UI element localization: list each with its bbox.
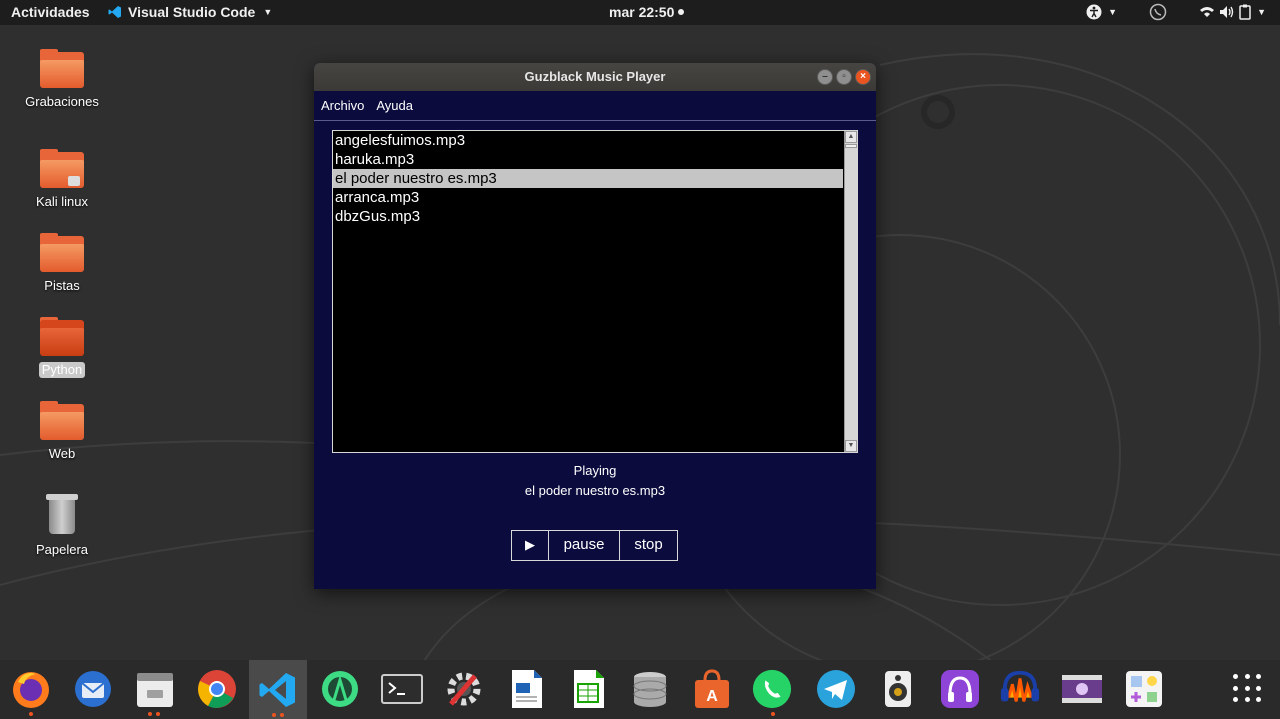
desktop-item-label: Kali linux (35, 194, 89, 209)
app-menu[interactable]: Visual Studio Code ▼ (108, 4, 272, 20)
calc-icon[interactable] (567, 668, 609, 710)
clock-text: mar 22:50 (609, 4, 675, 20)
chevron-down-icon: ▼ (263, 7, 273, 17)
speaker-icon[interactable] (877, 668, 919, 710)
trash-icon (46, 494, 78, 536)
folder-icon (40, 317, 84, 356)
settings-tool-icon[interactable] (443, 668, 485, 710)
desktop-item-papelera[interactable]: Papelera (17, 494, 107, 558)
desktop-item-kali-linux[interactable]: Kali linux (17, 149, 107, 210)
folder-icon (40, 401, 84, 440)
vscode-icon (108, 6, 121, 18)
system-tray: ▼ ▼ (1086, 3, 1266, 21)
stop-button[interactable]: stop (620, 531, 677, 560)
activities-button[interactable]: Actividades (11, 4, 90, 20)
playlist-item[interactable]: haruka.mp3 (333, 150, 843, 169)
podcast-icon[interactable] (939, 668, 981, 710)
now-playing-track: el poder nuestro es.mp3 (524, 483, 666, 498)
desktop-item-label: Grabaciones (25, 94, 99, 109)
desktop-item-label: Web (48, 446, 76, 461)
dock: A (0, 660, 1280, 719)
database-icon[interactable] (629, 668, 671, 710)
wifi-icon (1200, 7, 1215, 17)
desktop-item-label: Papelera (35, 542, 89, 557)
audacity-icon[interactable] (999, 668, 1041, 710)
files-icon[interactable] (134, 668, 176, 716)
thunderbird-icon[interactable] (72, 668, 114, 710)
menu-ayuda[interactable]: Ayuda (376, 98, 413, 113)
chevron-down-icon: ▼ (1257, 7, 1266, 17)
video-editor-icon[interactable] (1061, 668, 1103, 710)
playlist-item[interactable]: arranca.mp3 (333, 188, 843, 207)
folder-icon (40, 233, 84, 272)
desktop-item-web[interactable]: Web (17, 401, 107, 462)
play-button[interactable]: ▶ (512, 531, 549, 560)
whatsapp-icon[interactable] (751, 668, 793, 716)
desktop-item-label: Pistas (44, 278, 80, 293)
clipboard-icon (1239, 4, 1251, 20)
playlist-item-selected[interactable]: el poder nuestro es.mp3 (333, 169, 843, 188)
top-bar: Actividades Visual Studio Code ▼ mar 22:… (0, 0, 1280, 25)
chrome-icon[interactable] (196, 668, 238, 710)
firefox-icon[interactable] (10, 668, 52, 716)
playlist-box[interactable]: angelesfuimos.mp3 haruka.mp3 el poder nu… (332, 130, 858, 453)
app-name: Visual Studio Code (128, 4, 256, 20)
minimize-button[interactable]: – (817, 69, 833, 85)
accessibility-icon (1086, 4, 1102, 20)
desktop-item-label: Python (38, 362, 86, 378)
games-icon[interactable] (1123, 668, 1165, 710)
volume-icon (1220, 6, 1234, 18)
android-studio-icon[interactable] (319, 668, 361, 710)
menu-archivo[interactable]: Archivo (321, 98, 364, 113)
maximize-button[interactable]: ▫ (836, 69, 852, 85)
scroll-down-arrow-icon[interactable]: ▼ (845, 440, 857, 452)
window-controls: – ▫ × (817, 69, 871, 85)
whatsapp-tray-icon[interactable] (1149, 3, 1167, 21)
playlist-scrollbar[interactable]: ▲ ▼ (844, 131, 857, 452)
svg-text:A: A (706, 688, 718, 705)
software-center-icon[interactable]: A (691, 668, 733, 710)
window-titlebar[interactable]: Guzblack Music Player – ▫ × (314, 63, 876, 91)
status-label: Playing (573, 463, 617, 478)
window-title: Guzblack Music Player (524, 69, 666, 84)
scroll-up-arrow-icon[interactable]: ▲ (845, 131, 857, 143)
desktop-item-python[interactable]: Python (17, 317, 107, 378)
playlist-item[interactable]: dbzGus.mp3 (333, 207, 843, 226)
accessibility-menu[interactable]: ▼ (1086, 4, 1117, 20)
chevron-down-icon: ▼ (1108, 7, 1118, 17)
close-button[interactable]: × (855, 69, 871, 85)
folder-icon (40, 49, 84, 88)
terminal-icon[interactable] (381, 668, 423, 710)
scrollbar-thumb[interactable] (845, 144, 857, 148)
vscode-icon[interactable] (249, 660, 307, 719)
clock[interactable]: mar 22:50 (609, 4, 685, 20)
writer-icon[interactable] (505, 668, 547, 710)
music-player-window: Guzblack Music Player – ▫ × Archivo Ayud… (314, 63, 876, 589)
playlist: angelesfuimos.mp3 haruka.mp3 el poder nu… (333, 131, 843, 226)
playback-controls: ▶ pause stop (511, 530, 678, 561)
pause-button[interactable]: pause (549, 531, 620, 560)
status-menu[interactable]: ▼ (1199, 4, 1266, 20)
locked-folder-icon (40, 149, 84, 188)
telegram-icon[interactable] (815, 668, 857, 710)
notification-dot-icon (678, 9, 685, 15)
menu-bar: Archivo Ayuda (314, 91, 876, 121)
show-applications-icon[interactable] (1233, 674, 1263, 704)
desktop-item-pistas[interactable]: Pistas (17, 233, 107, 294)
desktop-item-grabaciones[interactable]: Grabaciones (17, 49, 107, 110)
playlist-item[interactable]: angelesfuimos.mp3 (333, 131, 843, 150)
